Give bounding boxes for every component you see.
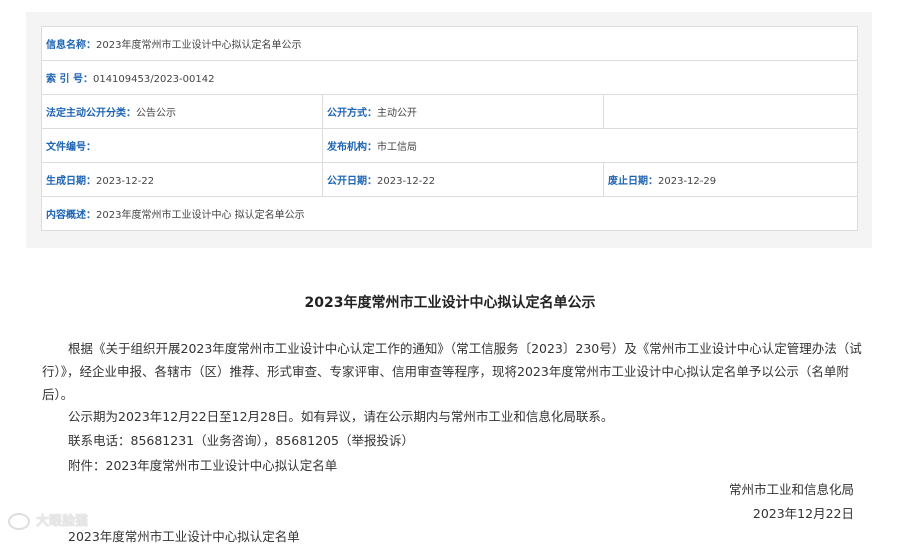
article-paragraph-1: 根据《关于组织开展2023年度常州市工业设计中心认定工作的通知》（常工信服务〔2… [42,341,862,402]
method-value: 主动公开 [377,108,417,119]
name-label: 信息名称： [46,40,96,51]
watermark-logo-icon [8,513,30,530]
info-cell-created: 生成日期：2023-12-22 [41,162,323,197]
opened-label: 公开日期： [327,176,377,187]
info-row-dates: 生成日期：2023-12-22 公开日期：2023-12-22 废止日期：202… [41,162,859,197]
deadline-value: 2023-12-29 [658,176,717,187]
attachment-heading: 2023年度常州市工业设计中心拟认定名单 [68,529,300,544]
info-cell-name: 信息名称：2023年度常州市工业设计中心拟认定名单公示 [40,26,859,61]
info-panel: 信息名称：2023年度常州市工业设计中心拟认定名单公示 索 引 号：014109… [26,12,872,248]
index-value: 014109453/2023-00142 [92,74,215,85]
info-row-name: 信息名称：2023年度常州市工业设计中心拟认定名单公示 [40,26,859,61]
summary-value: 2023年度常州市工业设计中心 拟认定名单公示 [96,210,305,221]
watermark: 大眼脸猫 [8,510,88,530]
info-cell-publisher: 发布机构：市工信局 [321,128,859,163]
info-cell-category: 法定主动公开分类：公告公示 [41,94,323,129]
info-cell-opened: 公开日期：2023-12-22 [322,162,604,197]
category-label: 法定主动公开分类： [46,108,136,119]
deadline-label: 废止日期： [608,176,658,187]
info-row-category: 法定主动公开分类：公告公示 公开方式：主动公开 [41,94,859,129]
article-paragraph-2: 公示期为2023年12月22日至12月28日。如有异议，请在公示期内与常州市工业… [68,409,614,424]
publisher-label: 发布机构： [327,142,377,153]
publish-date: 2023年12月22日 [752,506,854,521]
info-cell-deadline: 废止日期：2023-12-29 [602,162,859,197]
summary-label: 内容概述： [46,210,96,221]
signer: 常州市工业和信息化局 [728,482,854,497]
opened-value: 2023-12-22 [377,176,436,187]
name-value: 2023年度常州市工业设计中心拟认定名单公示 [96,40,302,51]
info-cell-index: 索 引 号：014109453/2023-00142 [40,60,859,95]
created-value: 2023-12-22 [96,176,155,187]
index-label: 索 引 号： [46,74,93,85]
watermark-text: 大眼脸猫 [36,514,89,529]
attachment-line: 附件：2023年度常州市工业设计中心拟认定名单 [68,458,338,473]
info-cell-summary: 内容概述：2023年度常州市工业设计中心 拟认定名单公示 [40,196,859,231]
created-label: 生成日期： [46,176,96,187]
info-row-index: 索 引 号：014109453/2023-00142 [40,60,859,95]
contact-phone: 联系电话：85681231（业务咨询），85681205（举报投诉） [68,433,414,448]
info-row-docno: 文件编号： 发布机构：市工信局 [41,128,859,163]
info-table: 信息名称：2023年度常州市工业设计中心拟认定名单公示 索 引 号：014109… [40,26,859,231]
method-label: 公开方式： [327,108,377,119]
info-row-summary: 内容概述：2023年度常州市工业设计中心 拟认定名单公示 [40,196,859,231]
docno-label: 文件编号： [46,142,96,153]
info-cell-method: 公开方式：主动公开 [322,94,604,129]
publisher-value: 市工信局 [377,142,417,153]
article-title: 2023年度常州市工业设计中心拟认定名单公示 [304,295,596,311]
info-cell-empty [602,94,859,129]
category-value: 公告公示 [136,108,176,119]
info-cell-docno: 文件编号： [41,128,323,163]
